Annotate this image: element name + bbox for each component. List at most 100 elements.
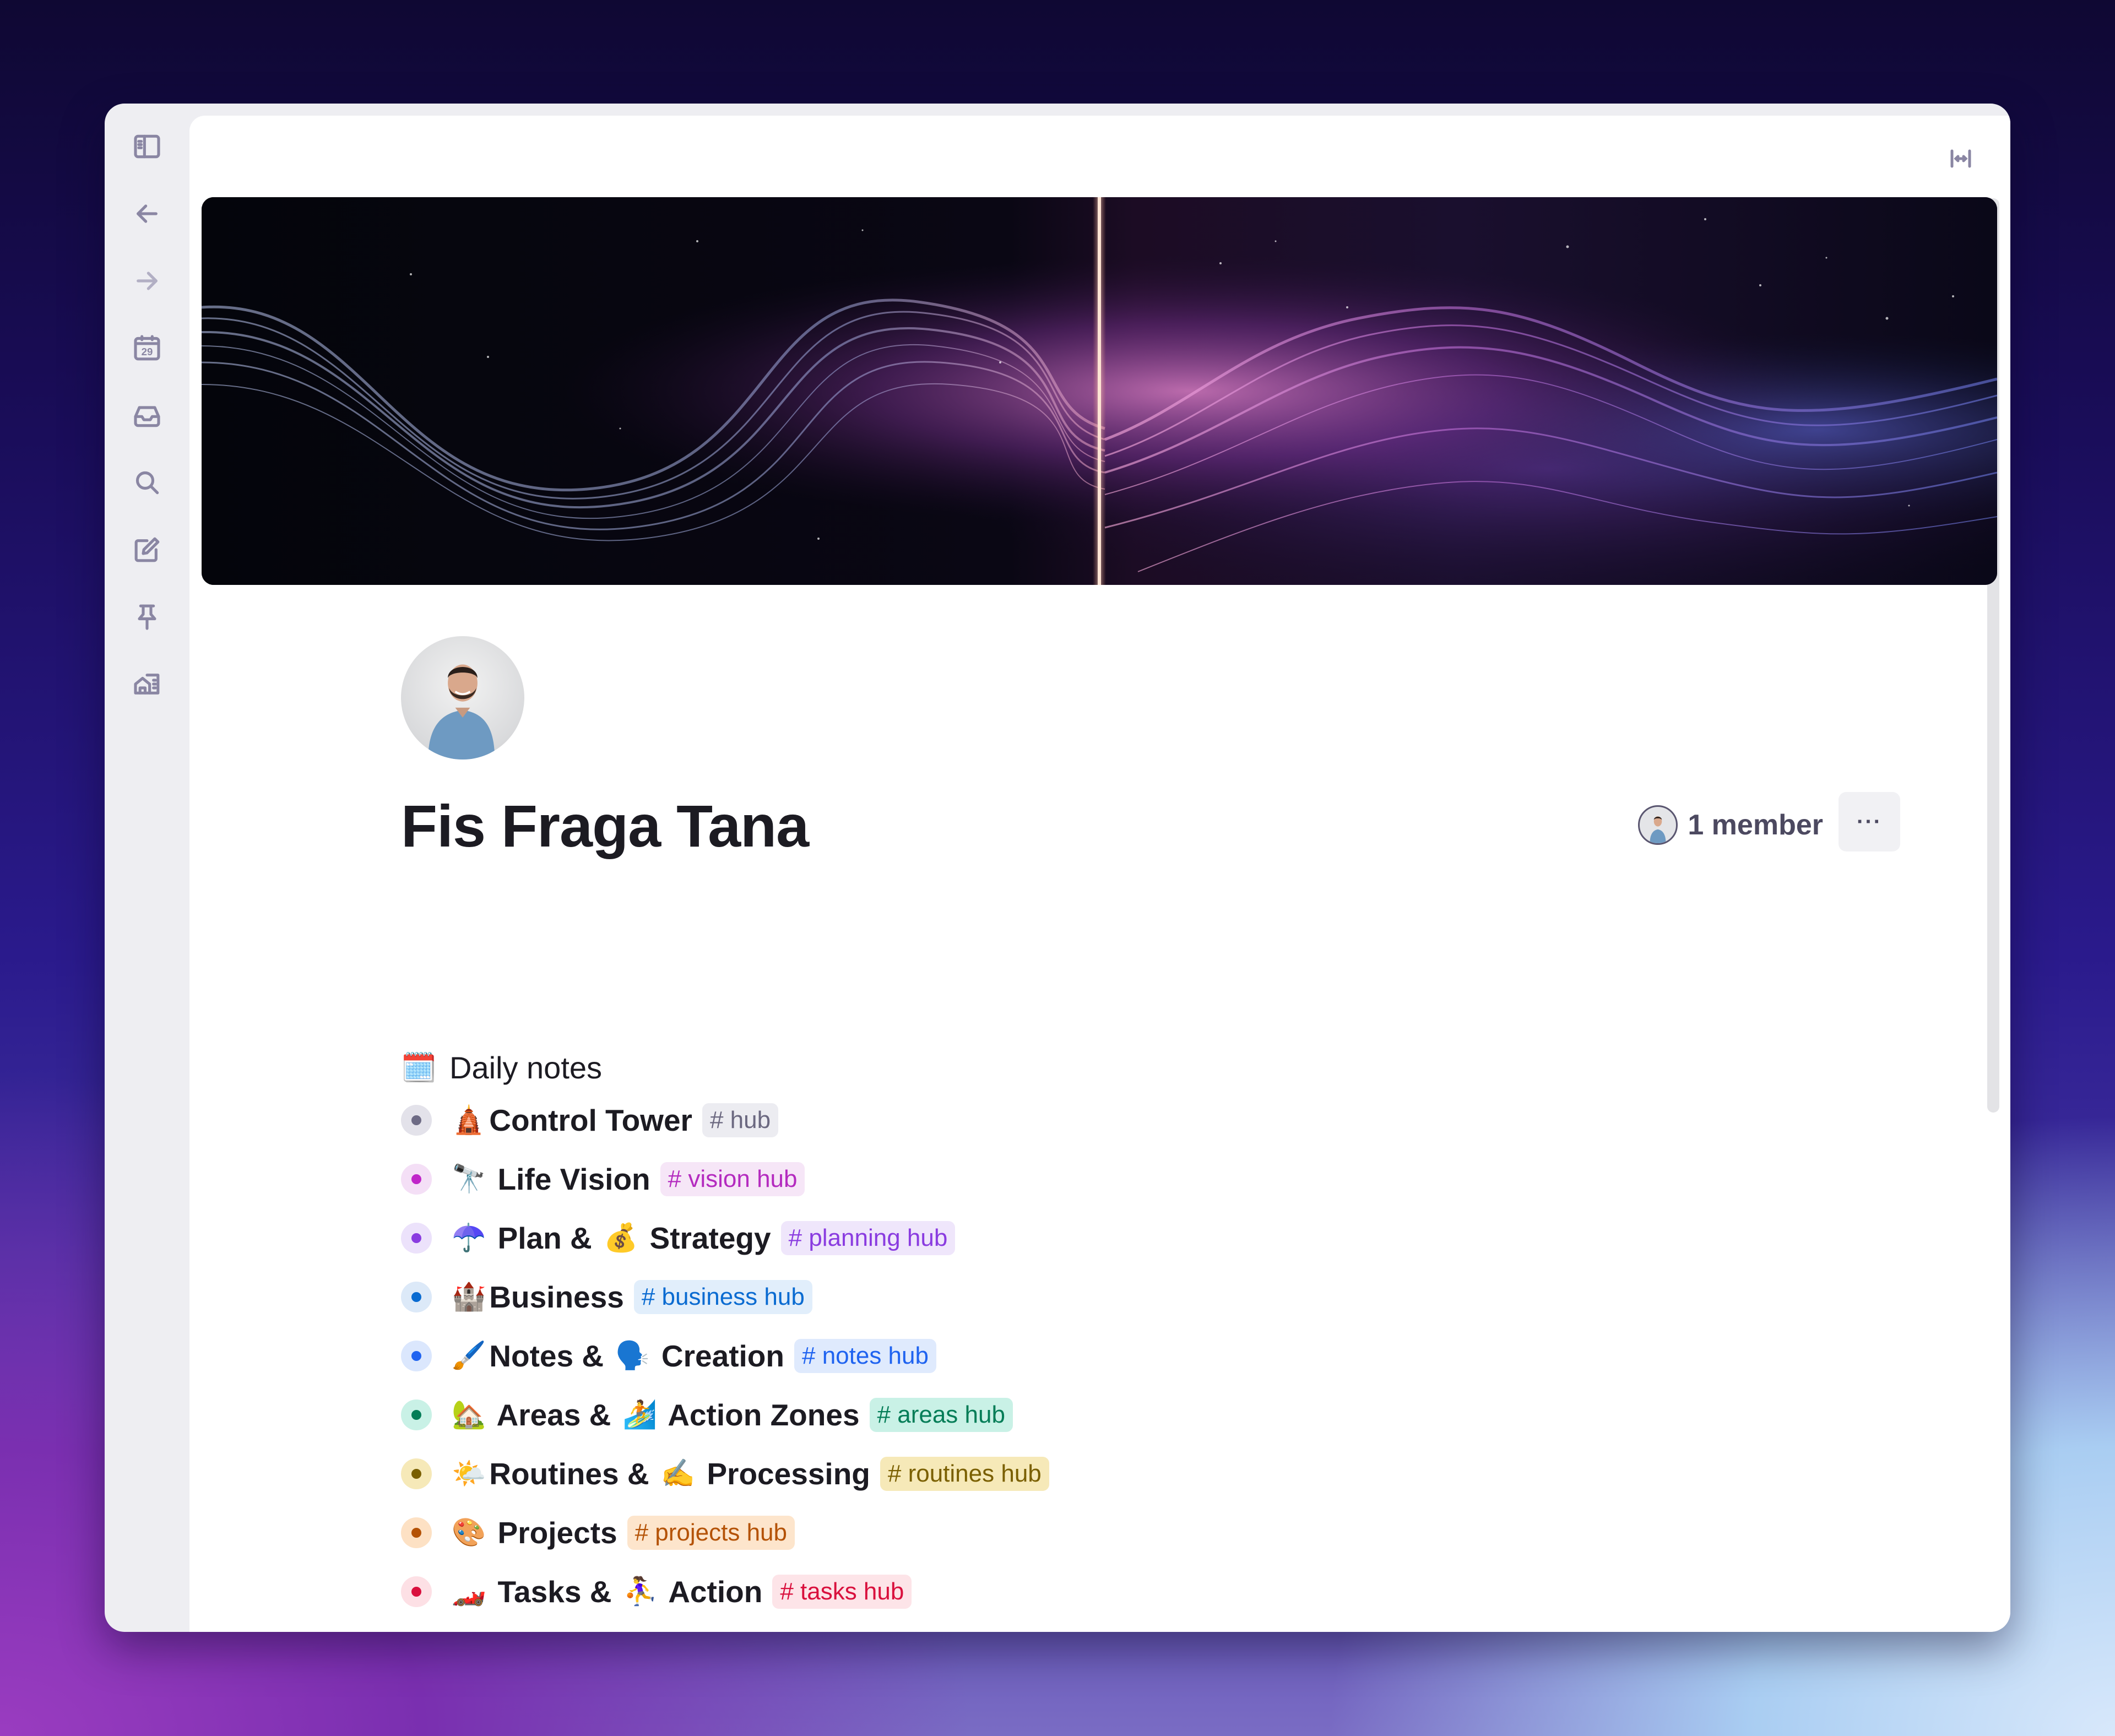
bullet-toggle[interactable] (401, 1340, 432, 1371)
hub-row: 🛕 Control Tower # hub (401, 1091, 1049, 1149)
cover-image[interactable] (202, 197, 1997, 585)
expand-width-icon (1950, 149, 1971, 168)
emoji-icon: 🏎️ (452, 1576, 486, 1607)
hub-title: Business (489, 1279, 624, 1314)
hub-link[interactable]: 🏡 Areas & 🏄 Action Zones (448, 1397, 860, 1433)
hub-tag[interactable]: # areas hub (869, 1397, 1013, 1432)
bullet-dot-icon (411, 1409, 421, 1420)
hub-row: 🏡 Areas & 🏄 Action Zones # areas hub (401, 1385, 1049, 1444)
compose-icon (134, 537, 160, 562)
emoji-icon: ✍️ (660, 1458, 696, 1489)
hub-tag[interactable]: # vision hub (660, 1162, 805, 1196)
hub-tag[interactable]: # tasks hub (772, 1574, 912, 1609)
emoji-icon: 🌤️ (452, 1458, 486, 1489)
toggle-sidebar-button[interactable] (127, 127, 167, 166)
bullet-toggle[interactable] (401, 1458, 432, 1489)
member-avatar (1638, 805, 1678, 845)
hub-title: Action Zones (660, 1397, 860, 1432)
person-photo (1650, 816, 1666, 843)
emoji-icon: 🏰 (452, 1281, 486, 1312)
hub-link[interactable]: 🛕 Control Tower (448, 1103, 692, 1138)
hub-title: Life Vision (489, 1162, 650, 1196)
hub-tag[interactable]: # projects hub (627, 1515, 795, 1550)
hub-title: Tasks & (489, 1574, 620, 1609)
hub-row: 🏎️ Tasks & ⛹️‍♀️ Action # tasks hub (401, 1562, 1049, 1621)
new-note-button[interactable] (127, 530, 167, 569)
hub-link[interactable]: 🎨 Projects (448, 1515, 617, 1550)
bullet-dot-icon (411, 1468, 421, 1479)
search-button[interactable] (127, 463, 167, 502)
emoji-icon: 💰 (603, 1222, 638, 1253)
workspace-home-button[interactable] (127, 664, 167, 704)
hub-title: Notes & (489, 1338, 612, 1373)
bullet-dot-icon (411, 1115, 421, 1125)
bullet-toggle[interactable] (401, 1517, 432, 1548)
hub-title: Routines & (489, 1456, 658, 1491)
hub-link[interactable]: 🌤️ Routines & ✍️ Processing (448, 1456, 870, 1491)
bullet-dot-icon (411, 1174, 421, 1184)
hub-tag[interactable]: # hub (702, 1103, 779, 1137)
back-button[interactable] (127, 194, 167, 234)
bullet-toggle[interactable] (401, 1281, 432, 1312)
spiral-calendar-icon: 🗓️ (401, 1051, 437, 1084)
page-title[interactable]: Fis Fraga Tana (401, 790, 809, 862)
hub-title: Control Tower (489, 1103, 692, 1137)
bullet-toggle[interactable] (401, 1399, 432, 1430)
hub-row: 🏰 Business # business hub (401, 1267, 1049, 1326)
calendar-icon: 29 (134, 335, 160, 361)
hub-link[interactable]: ☂️ Plan & 💰 Strategy (448, 1220, 771, 1256)
emoji-icon: ⛹️‍♀️ (623, 1576, 658, 1607)
daily-notes-link[interactable]: 🗓️ Daily notes (401, 1044, 1049, 1091)
inbox-icon (134, 406, 160, 427)
hub-link[interactable]: 🏎️ Tasks & ⛹️‍♀️ Action (448, 1574, 762, 1609)
hub-title: Strategy (641, 1220, 771, 1255)
person-photo (428, 664, 495, 760)
bullet-dot-icon (411, 1233, 421, 1243)
forward-button[interactable] (127, 261, 167, 301)
bullet-dot-icon (411, 1292, 421, 1302)
hub-title: Processing (698, 1456, 870, 1491)
bullet-dot-icon (411, 1527, 421, 1538)
members-button[interactable]: 1 member (1638, 803, 1823, 847)
bullet-toggle[interactable] (401, 1576, 432, 1607)
home-building-icon (134, 674, 160, 695)
hub-row: 🔭 Life Vision # vision hub (401, 1149, 1049, 1208)
emoji-icon: ☂️ (452, 1222, 486, 1253)
hub-tag[interactable]: # notes hub (794, 1338, 936, 1373)
page-avatar[interactable] (401, 636, 524, 760)
emoji-icon: 🖌️ (452, 1340, 486, 1371)
calendar-day-badge: 29 (142, 346, 153, 357)
emoji-icon: 🛕 (452, 1104, 486, 1135)
page-content: Fis Fraga Tana 1 member ··· 🗓️ Daily not… (189, 116, 2010, 1632)
bullet-toggle[interactable] (401, 1104, 432, 1136)
hub-link[interactable]: 🔭 Life Vision (448, 1162, 650, 1197)
more-options-button[interactable]: ··· (1839, 792, 1900, 851)
bullet-toggle[interactable] (401, 1163, 432, 1195)
hub-title: Areas & (489, 1397, 620, 1432)
emoji-icon: 🔭 (452, 1163, 486, 1194)
daily-notes-label: Daily notes (449, 1050, 603, 1085)
toggle-full-width-button[interactable] (1944, 142, 1977, 175)
hub-link[interactable]: 🖌️ Notes & 🗣️ Creation (448, 1338, 784, 1374)
hub-title: Plan & (489, 1220, 600, 1255)
hub-row: 🌤️ Routines & ✍️ Processing # routines hub (401, 1444, 1049, 1503)
bullet-toggle[interactable] (401, 1222, 432, 1254)
hub-row: 🖌️ Notes & 🗣️ Creation # notes hub (401, 1326, 1049, 1385)
pinned-button[interactable] (127, 597, 167, 637)
cover-art (202, 197, 1997, 585)
inbox-button[interactable] (127, 395, 167, 435)
hub-tag[interactable]: # routines hub (880, 1456, 1049, 1491)
hub-title: Action (660, 1574, 763, 1609)
hub-link[interactable]: 🏰 Business (448, 1279, 624, 1315)
hub-tag[interactable]: # planning hub (780, 1220, 956, 1255)
arrow-right-icon (137, 272, 158, 290)
pin-icon (138, 604, 156, 630)
search-icon (135, 471, 159, 495)
calendar-button[interactable]: 29 (127, 328, 167, 368)
app-window: 29 Fis Fraga Tana 1 member ··· 🗓️ Daily … (105, 104, 2010, 1632)
hub-row: ☂️ Plan & 💰 Strategy # planning hub (401, 1208, 1049, 1267)
arrow-left-icon (137, 204, 158, 223)
hub-tag[interactable]: # business hub (633, 1279, 812, 1314)
left-toolbar: 29 (105, 104, 189, 1632)
emoji-icon: 🏡 (452, 1399, 486, 1430)
